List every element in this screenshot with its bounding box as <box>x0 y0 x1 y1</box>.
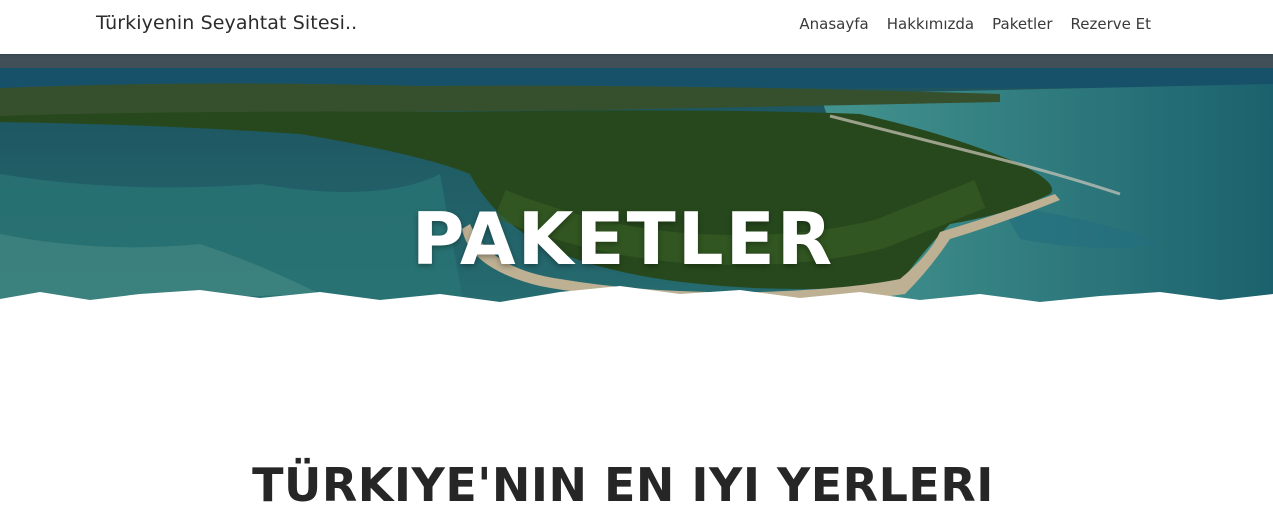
section-title: TÜRKIYE'NIN EN IYI YERLERI <box>252 458 994 512</box>
nav-link-rezerve-et[interactable]: Rezerve Et <box>1071 15 1151 33</box>
navbar: Türkiyenin Seyahtat Sitesi.. Anasayfa Ha… <box>0 0 1273 54</box>
hero-banner: PAKETLER <box>0 54 1273 339</box>
nav-link-paketler[interactable]: Paketler <box>992 15 1052 33</box>
nav-link-hakkimizda[interactable]: Hakkımızda <box>887 15 974 33</box>
nav-link-anasayfa[interactable]: Anasayfa <box>799 15 868 33</box>
hero-title: PAKETLER <box>411 197 835 282</box>
nav-links: Anasayfa Hakkımızda Paketler Rezerve Et <box>799 15 1151 33</box>
brand-link[interactable]: Türkiyenin Seyahtat Sitesi.. <box>96 12 357 34</box>
